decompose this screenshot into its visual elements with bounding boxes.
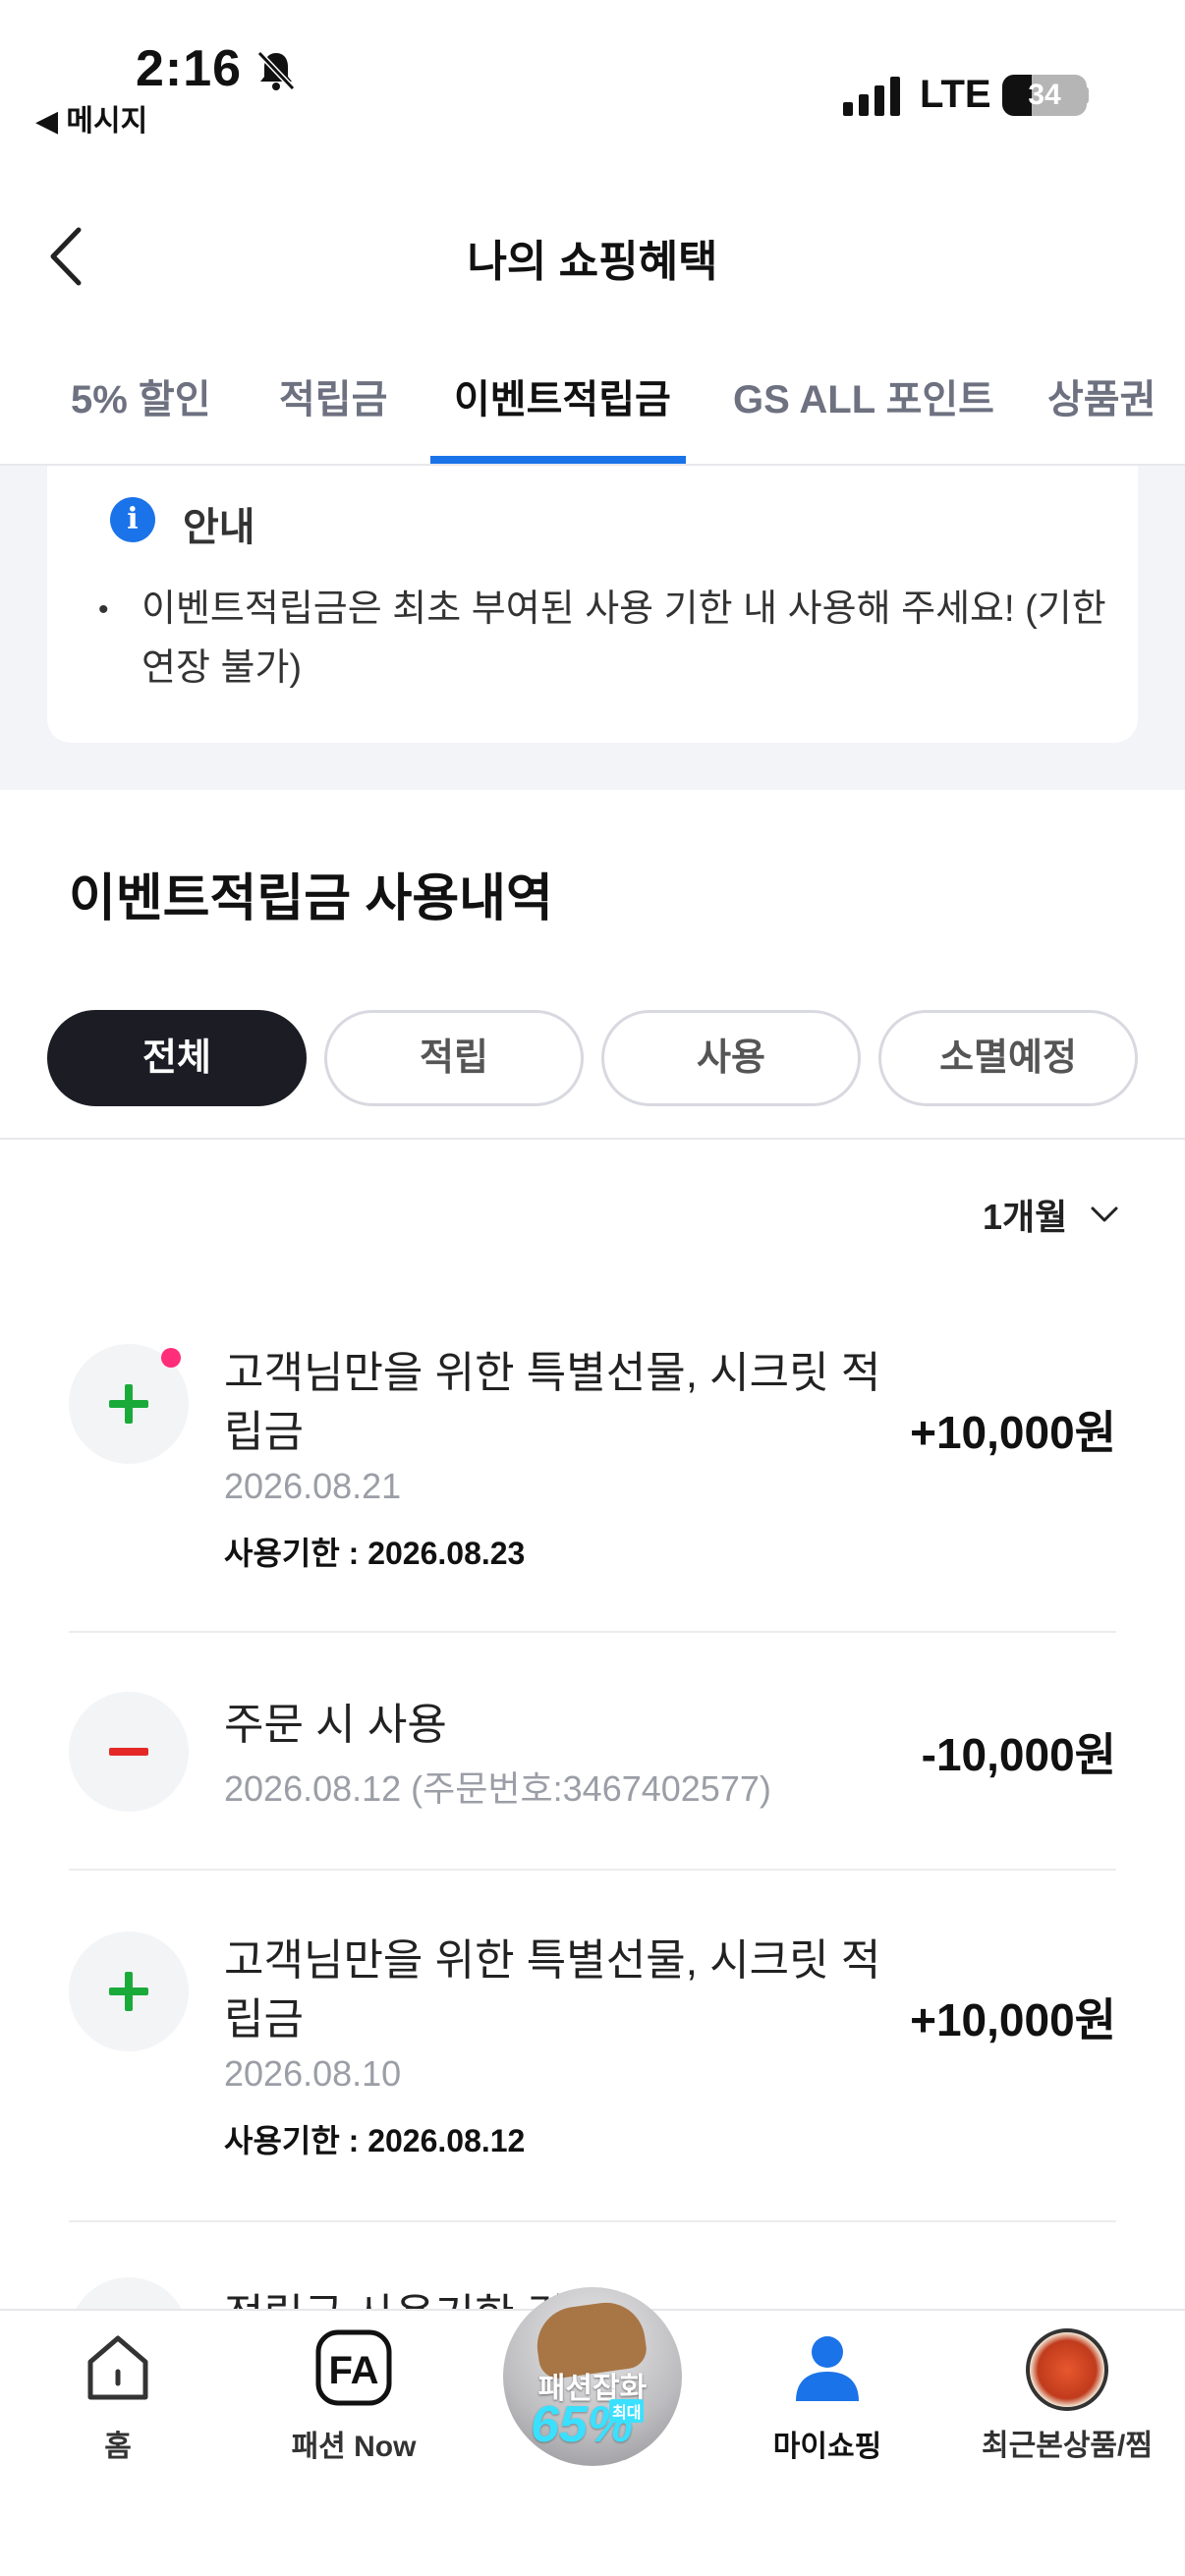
nav-my-shopping-label: 마이쇼핑	[772, 2431, 882, 2463]
info-card: i 안내 • 이벤트적립금은 최초 부여된 사용 기한 내 사용해 주세요! (…	[47, 466, 1138, 743]
info-bullet: •	[98, 593, 109, 626]
filter-chips: 전체 적립 사용 소멸예정	[47, 1010, 1138, 1106]
row-divider	[69, 2220, 1116, 2222]
history-entry[interactable]: 주문 시 사용 2026.08.12 (주문번호:3467402577) -10…	[69, 1692, 1116, 1820]
battery-level: 34	[1028, 79, 1061, 111]
nav-recent-label: 최근본상품/찜	[982, 2430, 1153, 2462]
benefit-tabs: 5% 할인 적립금 이벤트적립금 GS ALL 포인트 상품권	[0, 334, 1185, 466]
minus-icon	[69, 1692, 189, 1812]
recent-product-thumbnail	[1026, 2328, 1108, 2411]
page-header: 나의 쇼핑혜택	[0, 196, 1185, 314]
entry-amount: +10,000원	[910, 1994, 1116, 2045]
entry-date: 2026.08.12 (주문번호:3467402577)	[224, 1768, 771, 1809]
info-text: 이벤트적립금은 최초 부여된 사용 기한 내 사용해 주세요! (기한연장 불가…	[141, 588, 1106, 689]
section-divider	[0, 1138, 1185, 1140]
history-title: 이벤트적립금 사용내역	[69, 870, 553, 927]
entry-date: 2026.08.10	[224, 2053, 402, 2094]
svg-text:FA: FA	[328, 2349, 378, 2392]
entry-title: 주문 시 사용	[224, 1701, 447, 1749]
nav-home[interactable]: 홈	[20, 2328, 216, 2465]
network-type: LTE	[920, 73, 991, 116]
person-icon	[796, 2336, 859, 2401]
filter-expiring-chip[interactable]: 소멸예정	[878, 1010, 1138, 1106]
tab-event-points[interactable]: 이벤트적립금	[454, 367, 671, 424]
nav-home-label: 홈	[104, 2431, 132, 2463]
status-time: 2:16	[136, 40, 243, 97]
filter-use-chip[interactable]: 사용	[601, 1010, 861, 1106]
nav-fashion-now[interactable]: FA 패션 Now	[255, 2328, 452, 2465]
entry-title: 고객님만을 위한 특별선물, 시크릿 적립금	[224, 1936, 881, 2044]
nav-fashion-now-label: 패션 Now	[291, 2431, 417, 2463]
period-select[interactable]: 1개월	[983, 1189, 1067, 1240]
promo-floating-button[interactable]: 패션잡화 65% 최대	[503, 2287, 682, 2466]
entry-title: 고객님만을 위한 특별선물, 시크릿 적립금	[224, 1349, 881, 1456]
info-icon: i	[110, 497, 155, 542]
fashion-now-icon: FA	[315, 2329, 392, 2406]
tab-gift-card[interactable]: 상품권	[1047, 367, 1156, 424]
battery-tip	[1081, 86, 1089, 104]
active-tab-indicator	[430, 456, 686, 464]
signal-icon	[843, 77, 900, 116]
tab-points[interactable]: 적립금	[279, 367, 387, 424]
chevron-down-icon[interactable]	[1089, 1199, 1120, 1230]
entry-amount: +10,000원	[910, 1407, 1116, 1458]
battery-icon: 34	[1002, 75, 1087, 116]
nav-my-shopping[interactable]: 마이쇼핑	[729, 2328, 926, 2465]
bell-muted-icon	[256, 50, 296, 91]
back-to-app-link[interactable]: ◀ 메시지	[35, 96, 147, 140]
entry-amount: -10,000원	[921, 1729, 1116, 1780]
history-entry[interactable]: 고객님만을 위한 특별선물, 시크릿 적립금 2026.08.10 사용기한 :…	[69, 1932, 1116, 2177]
entry-expiry: 사용기한 : 2026.08.23	[224, 1536, 526, 1571]
new-badge-dot	[161, 1348, 181, 1368]
entry-date: 2026.08.21	[224, 1466, 402, 1506]
row-divider	[69, 1869, 1116, 1871]
tab-gs-all-point[interactable]: GS ALL 포인트	[733, 367, 994, 424]
info-title: 안내	[183, 506, 255, 549]
filter-all-chip[interactable]: 전체	[47, 1010, 307, 1106]
history-entry[interactable]: 고객님만을 위한 특별선물, 시크릿 적립금 2026.08.21 사용기한 :…	[69, 1344, 1116, 1590]
nav-recent[interactable]: 최근본상품/찜	[969, 2328, 1165, 2464]
filter-earn-chip[interactable]: 적립	[324, 1010, 584, 1106]
tab-discount[interactable]: 5% 할인	[71, 367, 211, 424]
promo-badge: 최대	[609, 2399, 645, 2423]
entry-expiry: 사용기한 : 2026.08.12	[224, 2123, 526, 2158]
plus-icon	[69, 1932, 189, 2051]
home-icon	[87, 2335, 148, 2400]
row-divider	[69, 1631, 1116, 1633]
status-bar: 2:16 ◀ 메시지 LTE 34	[0, 0, 1185, 157]
page-title: 나의 쇼핑혜택	[467, 238, 718, 286]
